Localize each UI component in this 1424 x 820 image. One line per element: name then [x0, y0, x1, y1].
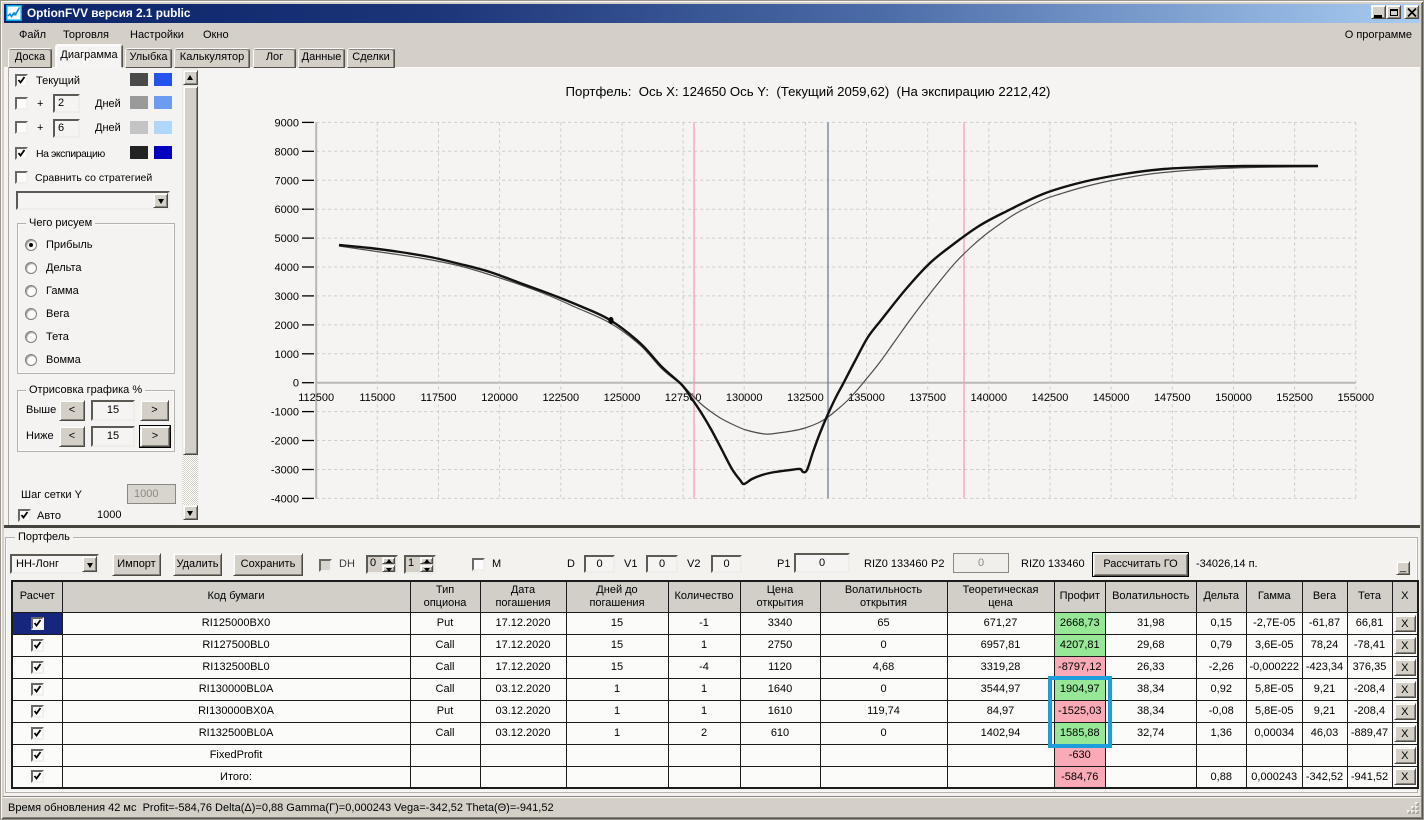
svg-text:147500: 147500: [1154, 392, 1191, 404]
svg-text:-2000: -2000: [271, 436, 299, 448]
svg-text:5000: 5000: [275, 233, 299, 245]
svg-text:137500: 137500: [909, 392, 946, 404]
svg-text:152500: 152500: [1276, 392, 1313, 404]
svg-text:2000: 2000: [275, 320, 299, 332]
svg-text:132500: 132500: [787, 392, 824, 404]
svg-text:-3000: -3000: [271, 465, 299, 477]
svg-text:120000: 120000: [481, 392, 518, 404]
svg-text:145000: 145000: [1093, 392, 1130, 404]
svg-text:-1000: -1000: [271, 407, 299, 419]
svg-text:7000: 7000: [275, 175, 299, 187]
svg-text:130000: 130000: [726, 392, 763, 404]
svg-text:Портфель: Ось X: 124650 Ось Y: Портфель: Ось X: 124650 Ось Y: (Текущий …: [566, 84, 1051, 99]
svg-text:4000: 4000: [275, 262, 299, 274]
svg-text:122500: 122500: [542, 392, 579, 404]
svg-text:6000: 6000: [275, 204, 299, 216]
svg-text:3000: 3000: [275, 291, 299, 303]
svg-text:9000: 9000: [275, 117, 299, 129]
svg-text:125000: 125000: [604, 392, 641, 404]
svg-text:117500: 117500: [421, 392, 457, 404]
svg-text:155000: 155000: [1337, 392, 1374, 404]
svg-text:-4000: -4000: [271, 493, 299, 505]
svg-text:127500: 127500: [665, 392, 702, 404]
svg-text:140000: 140000: [970, 392, 1007, 404]
svg-text:150000: 150000: [1215, 392, 1252, 404]
svg-text:8000: 8000: [275, 146, 299, 158]
svg-text:142500: 142500: [1032, 392, 1069, 404]
svg-text:1000: 1000: [275, 349, 299, 361]
svg-text:115000: 115000: [359, 392, 395, 404]
svg-text:112500: 112500: [298, 392, 334, 404]
svg-text:0: 0: [293, 378, 299, 390]
